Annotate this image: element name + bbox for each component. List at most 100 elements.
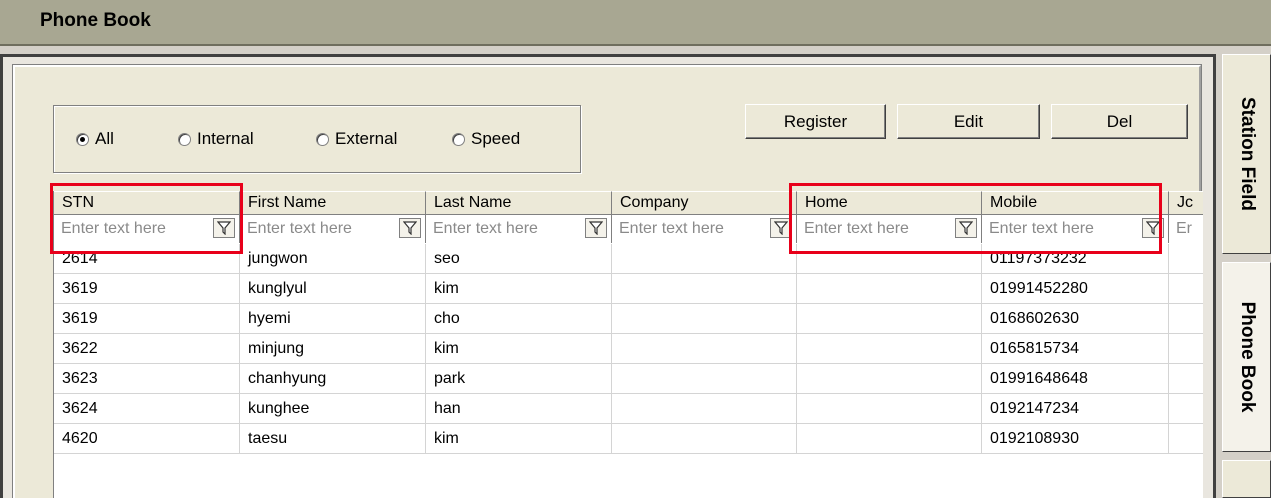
radio-internal-indicator[interactable]: [178, 132, 191, 146]
cell-stn[interactable]: 4620: [54, 424, 240, 454]
column-header-first-name[interactable]: First Name: [240, 191, 426, 215]
table-row[interactable]: 3619 kunglyul kim 01991452280: [54, 274, 1203, 304]
cell-first-name[interactable]: chanhyung: [240, 364, 426, 394]
cell-company[interactable]: [612, 364, 797, 394]
cell-last-name[interactable]: kim: [426, 334, 612, 364]
cell-first-name[interactable]: jungwon: [240, 244, 426, 274]
column-header-home[interactable]: Home: [797, 191, 982, 215]
cell-last-name[interactable]: cho: [426, 304, 612, 334]
side-tab-strip: Station Field Phone Book: [1222, 54, 1271, 498]
filter-icon[interactable]: [770, 218, 792, 238]
radio-speed-label: Speed: [471, 129, 521, 148]
cell-company[interactable]: [612, 394, 797, 424]
radio-all-indicator[interactable]: [76, 132, 89, 146]
filter-input-stn[interactable]: [54, 215, 204, 242]
filter-icon[interactable]: [955, 218, 977, 238]
filter-icon[interactable]: [1142, 218, 1164, 238]
cell-jc[interactable]: [1169, 274, 1203, 304]
cell-jc[interactable]: [1169, 364, 1203, 394]
cell-company[interactable]: [612, 244, 797, 274]
cell-last-name[interactable]: kim: [426, 274, 612, 304]
cell-first-name[interactable]: kunghee: [240, 394, 426, 424]
cell-stn[interactable]: 3623: [54, 364, 240, 394]
cell-mobile[interactable]: 01991648648: [982, 364, 1169, 394]
grid-body: 2614 jungwon seo 01197373232 3619 kungly…: [54, 244, 1203, 454]
cell-stn[interactable]: 3619: [54, 274, 240, 304]
radio-internal-label: Internal: [197, 129, 254, 148]
cell-jc[interactable]: [1169, 304, 1203, 334]
filter-input-company[interactable]: [612, 215, 762, 242]
radio-speed-indicator[interactable]: [452, 132, 465, 146]
column-header-mobile[interactable]: Mobile: [982, 191, 1169, 215]
register-button[interactable]: Register: [745, 104, 886, 139]
cell-company[interactable]: [612, 274, 797, 304]
cell-mobile[interactable]: 01197373232: [982, 244, 1169, 274]
cell-stn[interactable]: 2614: [54, 244, 240, 274]
table-row[interactable]: 2614 jungwon seo 01197373232: [54, 244, 1203, 274]
table-row[interactable]: 3624 kunghee han 0192147234: [54, 394, 1203, 424]
tab-phone-book[interactable]: Phone Book: [1222, 262, 1271, 452]
cell-last-name[interactable]: kim: [426, 424, 612, 454]
filter-cell-jc: [1169, 215, 1203, 243]
filter-icon[interactable]: [399, 218, 421, 238]
cell-jc[interactable]: [1169, 244, 1203, 274]
cell-stn[interactable]: 3619: [54, 304, 240, 334]
cell-jc[interactable]: [1169, 424, 1203, 454]
window-title: Phone Book: [40, 10, 151, 31]
cell-jc[interactable]: [1169, 334, 1203, 364]
del-button[interactable]: Del: [1051, 104, 1188, 139]
cell-last-name[interactable]: park: [426, 364, 612, 394]
cell-home[interactable]: [797, 274, 982, 304]
cell-home[interactable]: [797, 304, 982, 334]
radio-all[interactable]: All: [76, 129, 114, 149]
edit-button[interactable]: Edit: [897, 104, 1040, 139]
filter-icon[interactable]: [213, 218, 235, 238]
cell-home[interactable]: [797, 244, 982, 274]
column-header-stn[interactable]: STN: [54, 191, 240, 215]
column-header-last-name[interactable]: Last Name: [426, 191, 612, 215]
cell-home[interactable]: [797, 334, 982, 364]
cell-mobile[interactable]: 01991452280: [982, 274, 1169, 304]
filter-cell-last-name: [426, 215, 612, 243]
filter-cell-home: [797, 215, 982, 243]
cell-last-name[interactable]: han: [426, 394, 612, 424]
filter-input-first-name[interactable]: [240, 215, 390, 242]
cell-company[interactable]: [612, 334, 797, 364]
radio-external-label: External: [335, 129, 398, 148]
grid-header-row: STN First Name Last Name Company Home Mo…: [54, 191, 1203, 215]
cell-jc[interactable]: [1169, 394, 1203, 424]
filter-input-home[interactable]: [797, 215, 947, 242]
table-row[interactable]: 3623 chanhyung park 01991648648: [54, 364, 1203, 394]
tab-more[interactable]: [1222, 460, 1271, 498]
filter-icon[interactable]: [585, 218, 607, 238]
cell-stn[interactable]: 3622: [54, 334, 240, 364]
filter-input-jc[interactable]: [1169, 215, 1203, 242]
cell-home[interactable]: [797, 394, 982, 424]
cell-stn[interactable]: 3624: [54, 394, 240, 424]
column-header-jc[interactable]: Jc: [1169, 191, 1203, 215]
cell-first-name[interactable]: hyemi: [240, 304, 426, 334]
table-row[interactable]: 3622 minjung kim 0165815734: [54, 334, 1203, 364]
cell-company[interactable]: [612, 304, 797, 334]
tab-station-field[interactable]: Station Field: [1222, 54, 1271, 254]
cell-home[interactable]: [797, 424, 982, 454]
cell-company[interactable]: [612, 424, 797, 454]
column-header-company[interactable]: Company: [612, 191, 797, 215]
cell-mobile[interactable]: 0192147234: [982, 394, 1169, 424]
cell-mobile[interactable]: 0192108930: [982, 424, 1169, 454]
cell-first-name[interactable]: minjung: [240, 334, 426, 364]
cell-first-name[interactable]: kunglyul: [240, 274, 426, 304]
filter-input-last-name[interactable]: [426, 215, 576, 242]
radio-internal[interactable]: Internal: [178, 129, 254, 149]
table-row[interactable]: 3619 hyemi cho 0168602630: [54, 304, 1203, 334]
radio-external-indicator[interactable]: [316, 132, 329, 146]
cell-mobile[interactable]: 0165815734: [982, 334, 1169, 364]
cell-home[interactable]: [797, 364, 982, 394]
cell-last-name[interactable]: seo: [426, 244, 612, 274]
radio-speed[interactable]: Speed: [452, 129, 520, 149]
cell-mobile[interactable]: 0168602630: [982, 304, 1169, 334]
table-row[interactable]: 4620 taesu kim 0192108930: [54, 424, 1203, 454]
filter-input-mobile[interactable]: [982, 215, 1132, 242]
cell-first-name[interactable]: taesu: [240, 424, 426, 454]
radio-external[interactable]: External: [316, 129, 397, 149]
